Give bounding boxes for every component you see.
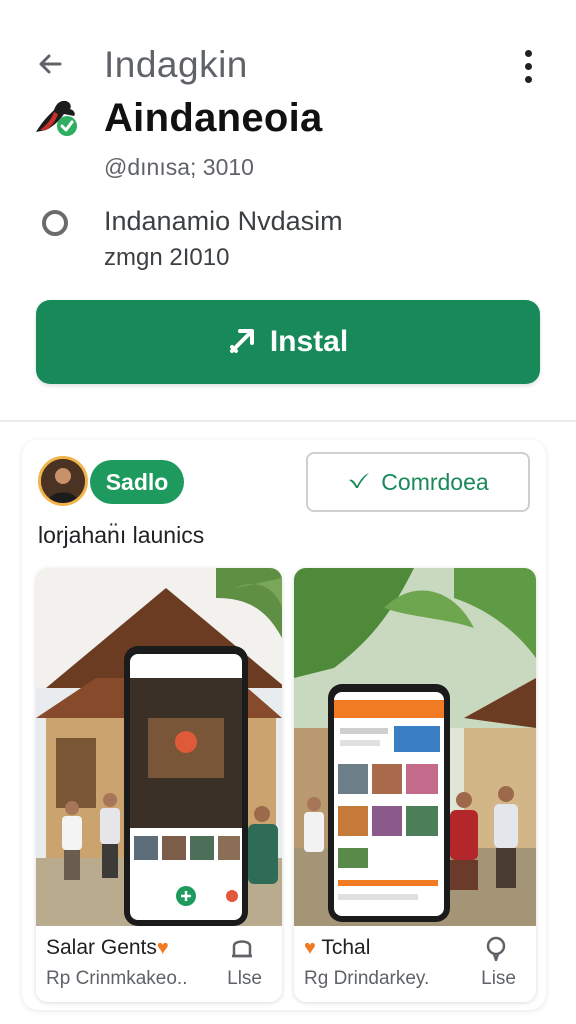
check-icon <box>347 470 371 495</box>
tile-subtitle: Rg Drindarkey. <box>304 968 430 989</box>
follow-button[interactable]: Comrdoea <box>306 452 530 512</box>
message-icon[interactable] <box>482 934 510 962</box>
developer-name: Indanamio Nvdasim <box>104 206 343 236</box>
radio-icon[interactable] <box>42 210 68 236</box>
install-arrow-icon <box>228 325 258 360</box>
section-title: lorjahan̈ı launics <box>38 522 205 548</box>
tile-footer: Salar Gents♥ Rp Crinmkakeo.. Llse <box>36 926 282 1002</box>
tile-action-label: Lise <box>481 968 516 989</box>
tile-name: Salar Gents♥ <box>46 936 169 960</box>
back-arrow-icon[interactable] <box>30 44 70 84</box>
status-badge: Sadlo <box>90 460 184 504</box>
tile-footer: ♥ Tchal Rg Drindarkey. Lise <box>294 926 536 1002</box>
divider <box>0 420 576 422</box>
page-title: Indagkin <box>104 44 248 85</box>
heart-icon: ♥ <box>304 937 316 959</box>
tile-subtitle: Rp Crinmkakeo.. <box>46 968 188 989</box>
app-name: Aindaneoia <box>104 96 323 140</box>
more-vert-icon[interactable] <box>510 46 546 86</box>
app-logo-icon <box>34 96 86 140</box>
screenshot-tile[interactable]: Salar Gents♥ Rp Crinmkakeo.. Llse <box>36 568 282 1002</box>
bag-icon[interactable] <box>228 934 256 962</box>
screenshot-image <box>294 568 536 926</box>
screenshot-tile[interactable]: ♥ Tchal Rg Drindarkey. Lise <box>294 568 536 1002</box>
follow-button-label: Comrdoea <box>381 468 489 495</box>
install-button[interactable]: Instal <box>36 300 540 384</box>
install-label: Instal <box>269 325 349 358</box>
tile-name-text: Tchal <box>321 936 371 959</box>
tile-name: ♥ Tchal <box>304 936 370 960</box>
avatar[interactable] <box>38 456 88 506</box>
tile-name-text: Salar Gents <box>46 936 157 959</box>
tile-action-label: Llse <box>227 968 262 989</box>
developer-subtitle: zmgn 2I010 <box>104 244 230 271</box>
app-handle: @dınısa; 3010 <box>104 154 254 180</box>
screenshot-image <box>36 568 282 926</box>
heart-icon: ♥ <box>156 937 169 959</box>
